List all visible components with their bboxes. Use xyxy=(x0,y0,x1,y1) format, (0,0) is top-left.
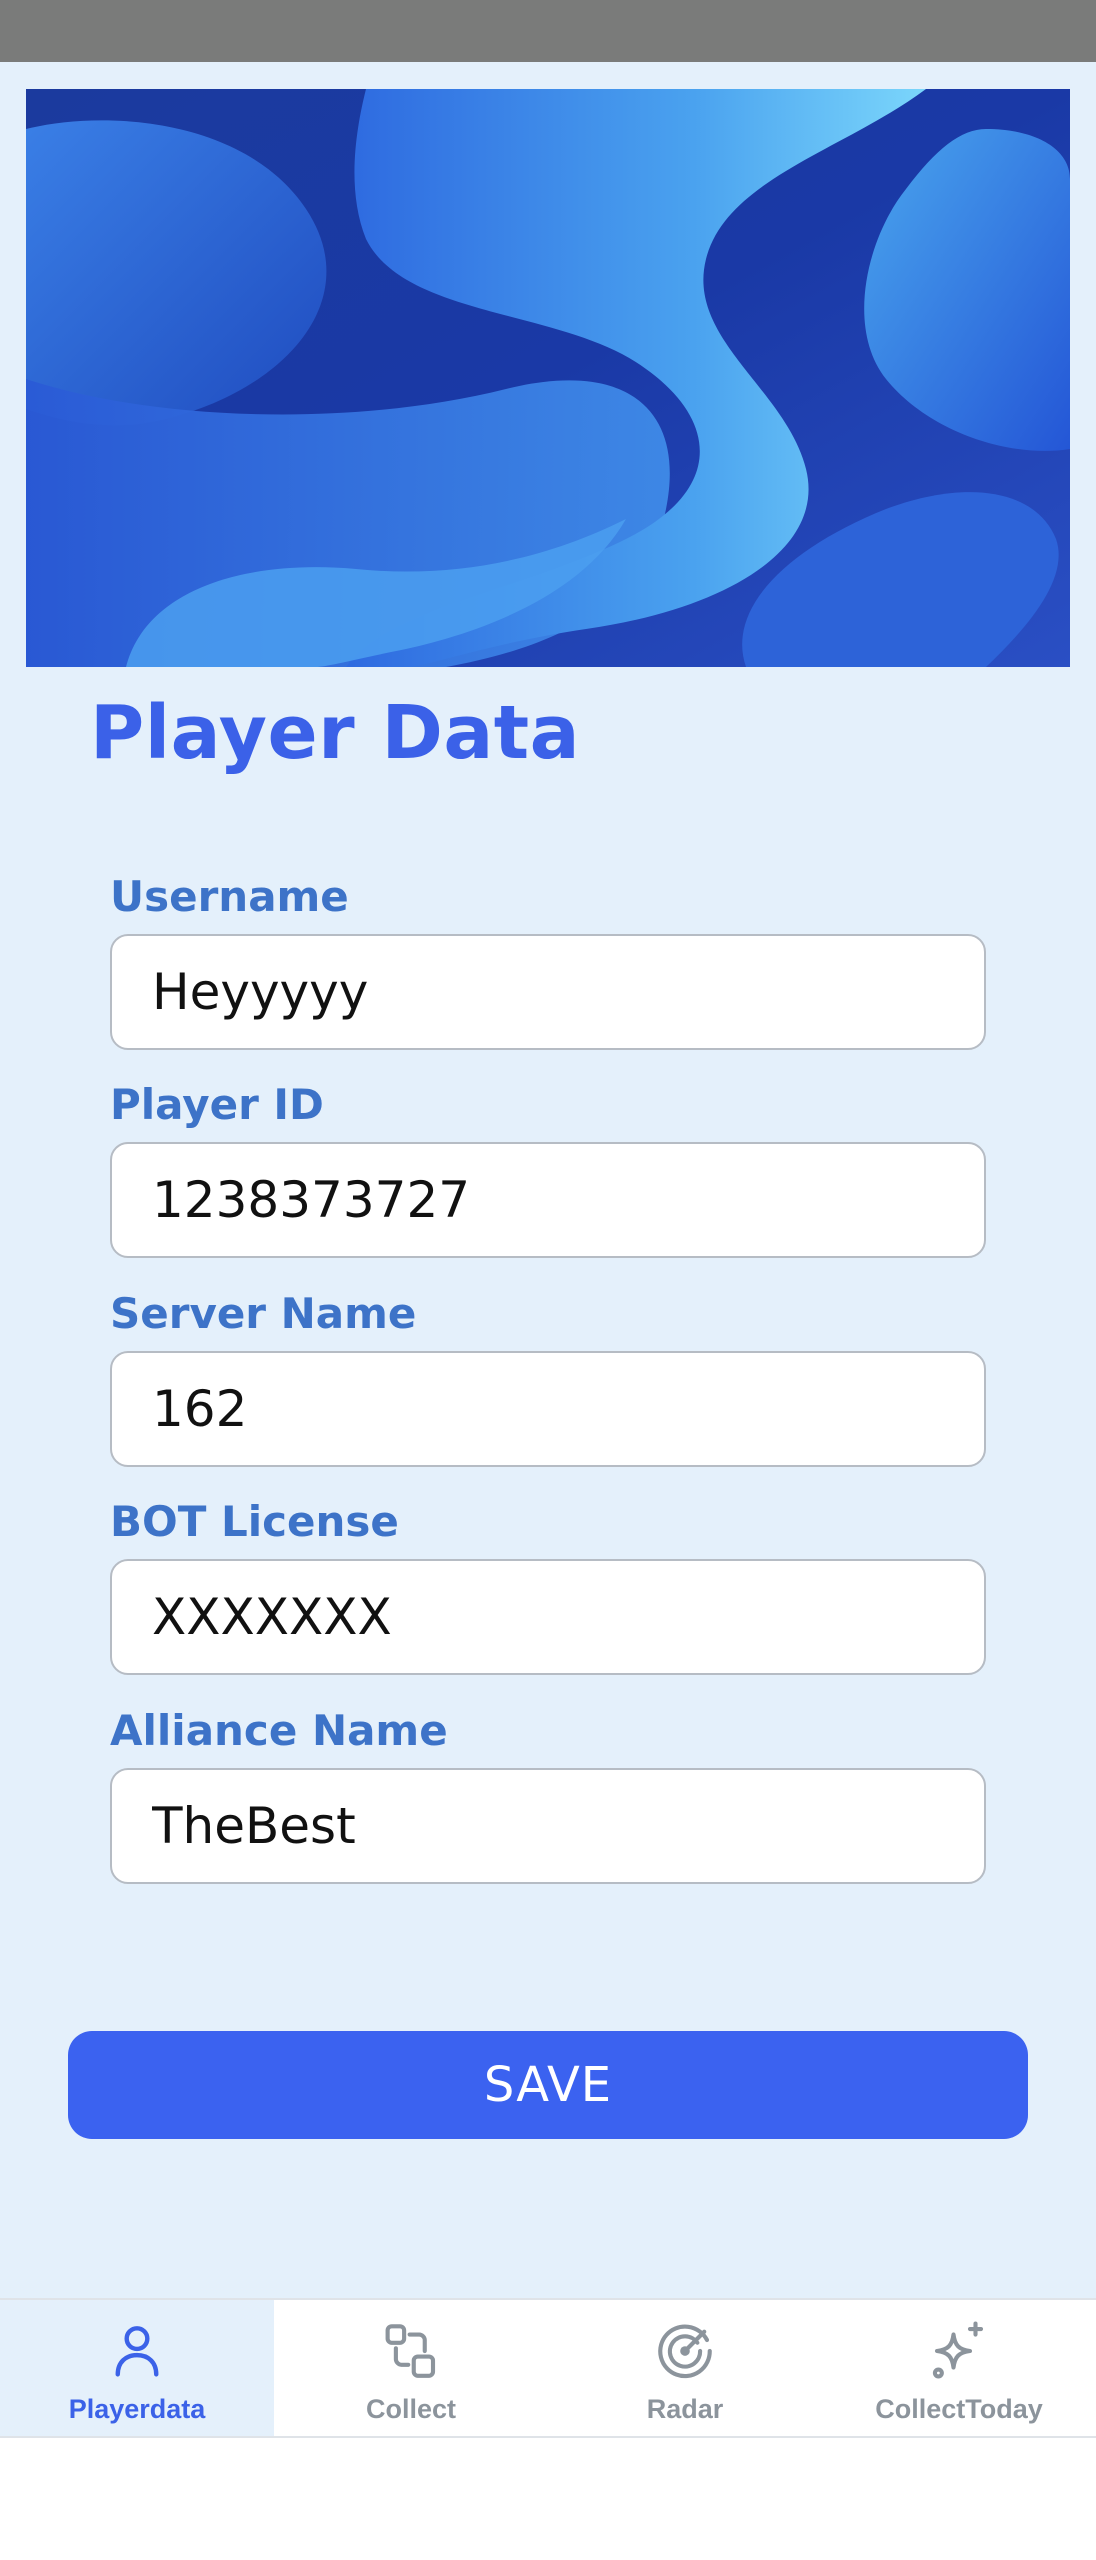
nav-label-radar: Radar xyxy=(646,2394,724,2424)
username-input[interactable] xyxy=(110,934,986,1050)
bot-license-label: BOT License xyxy=(110,1497,399,1546)
radar-icon xyxy=(658,2324,712,2379)
nav-item-radar[interactable]: Radar xyxy=(548,2300,822,2436)
bot-license-input[interactable] xyxy=(110,1559,986,1675)
status-bar xyxy=(0,0,1096,62)
sparkle-icon xyxy=(932,2321,984,2379)
person-icon xyxy=(115,2326,159,2377)
bottom-navigation: Playerdata Collect Radar CollectToday xyxy=(0,2298,1096,2438)
collect-icon xyxy=(385,2324,436,2378)
nav-item-collect[interactable]: Collect xyxy=(274,2300,548,2436)
page-title: Player Data xyxy=(90,690,581,776)
nav-label-collect: Collect xyxy=(365,2394,457,2424)
server-name-input[interactable] xyxy=(110,1351,986,1467)
nav-label-collecttoday: CollectToday xyxy=(875,2394,1043,2424)
nav-item-collecttoday[interactable]: CollectToday xyxy=(822,2300,1096,2436)
alliance-name-label: Alliance Name xyxy=(110,1706,448,1755)
player-id-label: Player ID xyxy=(110,1080,324,1129)
nav-item-playerdata[interactable]: Playerdata xyxy=(0,2300,274,2436)
hero-banner-image xyxy=(26,89,1070,667)
alliance-name-input[interactable] xyxy=(110,1768,986,1884)
server-name-label: Server Name xyxy=(110,1289,417,1338)
nav-label-playerdata: Playerdata xyxy=(68,2394,206,2424)
save-button[interactable]: SAVE xyxy=(68,2031,1028,2139)
username-label: Username xyxy=(110,872,349,921)
player-id-input[interactable] xyxy=(110,1142,986,1258)
